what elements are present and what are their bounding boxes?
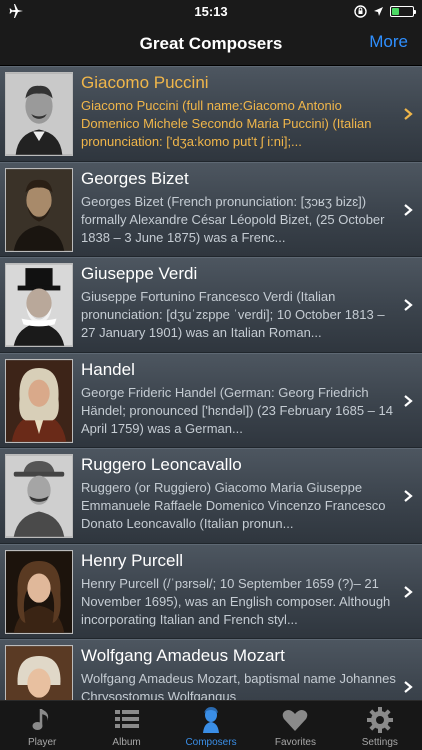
portrait-image [6,455,72,537]
composer-row-text: Handel George Frideric Handel (German: G… [81,354,422,438]
composer-row-leoncavallo[interactable]: Ruggero Leoncavallo Ruggero (or Ruggiero… [0,448,422,544]
more-button[interactable]: More [369,32,408,52]
tab-label: Settings [361,737,398,748]
composer-row-verdi[interactable]: Giuseppe Verdi Giuseppe Fortunino France… [0,257,422,353]
composer-row-purcell[interactable]: Henry Purcell Henry Purcell (/ˈpɜrsəl/; … [0,543,422,639]
composer-name: Ruggero Leoncavallo [81,455,242,474]
battery-icon [390,5,416,17]
composer-row-text: Giacomo Puccini Giacomo Puccini (full na… [81,67,422,151]
composer-portrait [5,263,73,347]
chevron-right-icon [404,299,413,311]
tab-composers[interactable]: Composers [169,701,253,750]
portrait-image [6,264,72,346]
composer-description: Giuseppe Fortunino Francesco Verdi (Ital… [81,289,385,340]
composer-description: George Frideric Handel (German: Georg Fr… [81,384,393,436]
composer-row-text: Georges Bizet Georges Bizet (French pron… [81,163,422,247]
chevron-right-icon [404,394,413,407]
tab-label: Composers [185,737,237,748]
orientation-lock-icon [354,4,367,18]
composer-description: Ruggero (or Ruggiero) Giacomo Maria Gius… [81,480,386,531]
composer-row-text: Ruggero Leoncavallo Ruggero (or Ruggiero… [81,449,422,533]
composer-row-puccini[interactable]: Giacomo Puccini Giacomo Puccini (full na… [0,66,422,162]
composer-name: Giacomo Puccini [81,73,209,92]
composer-name: Giuseppe Verdi [81,264,198,283]
composer-description: Giacomo Puccini (full name:Giacomo Anton… [81,98,372,149]
composer-row-handel[interactable]: Handel George Frideric Handel (German: G… [0,352,422,448]
tab-album[interactable]: Album [84,701,168,750]
tab-bar: Player Album Composers Favorites Setting… [0,700,422,750]
tab-player[interactable]: Player [0,701,84,750]
composer-description: Georges Bizet (French pronunciation: [ʒɔ… [81,193,385,245]
status-bar: 15:13 [0,0,422,22]
music-note-icon [32,709,49,730]
composer-description: Henry Purcell (/ˈpɜrsəl/; 10 September 1… [81,575,391,627]
location-icon [374,6,383,16]
nav-bar: Great Composers More [0,22,422,66]
portrait-image [6,73,72,155]
tab-settings[interactable]: Settings [338,701,422,750]
portrait-image [6,168,72,251]
composer-row-text: Giuseppe Verdi Giuseppe Fortunino France… [81,258,422,342]
composer-portrait [5,72,73,156]
composer-row-mozart[interactable]: Wolfgang Amadeus Mozart Wolfgang Amadeus… [0,639,422,700]
heart-icon [283,710,308,731]
portrait-image [6,646,72,700]
portrait-image [6,550,72,633]
tab-label: Album [112,737,141,748]
list-icon [114,710,139,728]
composer-row-bizet[interactable]: Georges Bizet Georges Bizet (French pron… [0,161,422,257]
chevron-right-icon [404,681,413,693]
gear-icon [366,707,393,733]
composer-name: Wolfgang Amadeus Mozart [81,646,285,665]
composer-portrait [5,358,73,443]
chevron-right-icon [404,203,413,216]
status-right [294,4,416,18]
composer-name: Henry Purcell [81,550,184,570]
composer-row-text: Henry Purcell Henry Purcell (/ˈpɜrsəl/; … [81,545,422,629]
tab-label: Player [28,737,57,748]
composer-portrait [5,454,73,538]
page-title: Great Composers [139,33,283,53]
status-time: 15:13 [194,3,228,19]
composer-bust-icon [203,707,220,733]
tab-favorites[interactable]: Favorites [253,701,337,750]
composer-name: Georges Bizet [81,168,189,188]
composer-portrait [5,167,73,252]
composer-name: Handel [81,359,135,379]
composer-portrait [5,549,73,634]
airplane-icon [9,4,23,18]
chevron-right-icon [404,585,413,598]
composer-list: Giacomo Puccini Giacomo Puccini (full na… [0,66,422,700]
composer-row-text: Wolfgang Amadeus Mozart Wolfgang Amadeus… [81,640,422,700]
tab-label: Favorites [274,737,316,748]
portrait-image [6,359,72,442]
status-left [8,4,128,18]
composer-description: Wolfgang Amadeus Mozart, baptismal name … [81,671,396,700]
composer-portrait [5,645,73,700]
chevron-right-icon [404,490,413,502]
chevron-right-icon [404,108,413,120]
